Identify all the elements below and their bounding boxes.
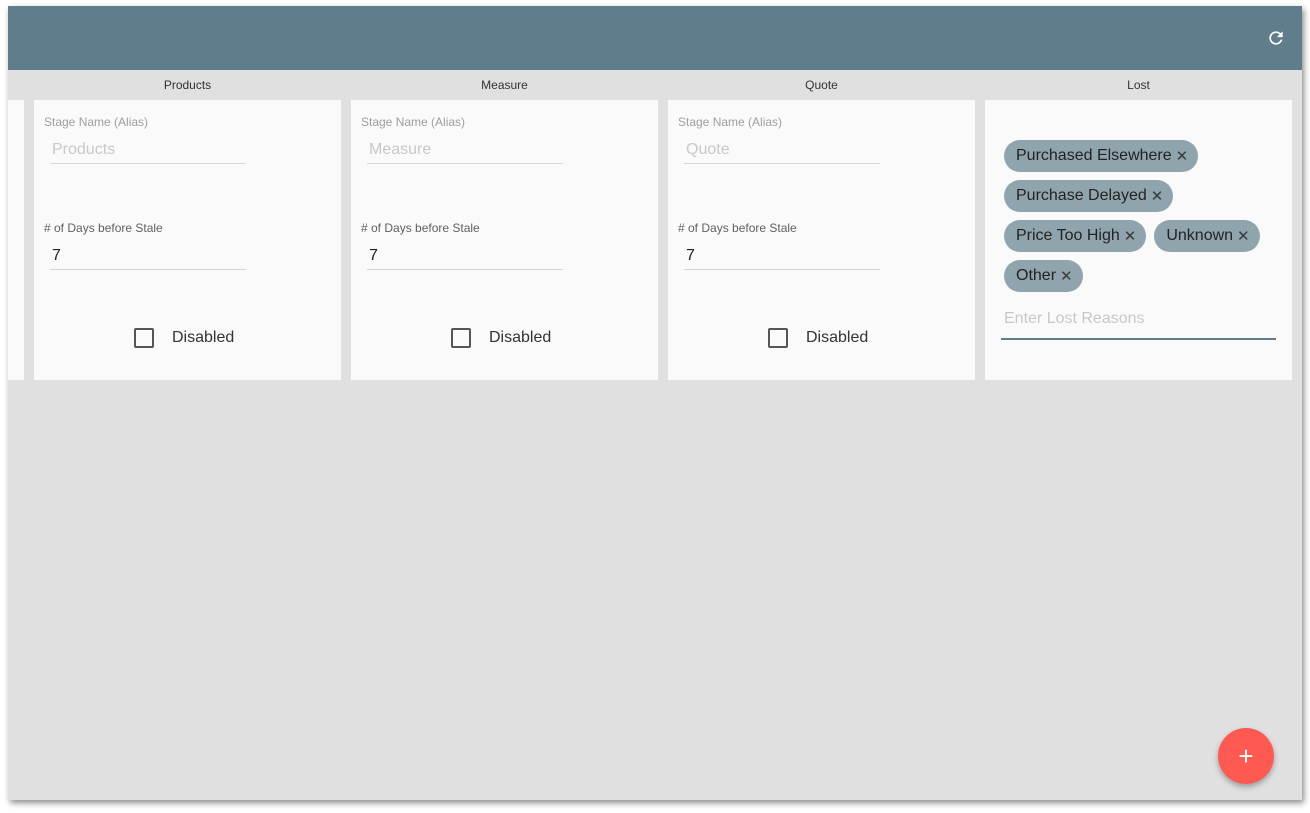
alias-label: Stage Name (Alias): [678, 115, 783, 129]
disabled-checkbox[interactable]: [768, 328, 788, 348]
close-icon[interactable]: ✕: [1124, 227, 1137, 245]
stage-title: Products: [163, 78, 212, 92]
close-icon[interactable]: ✕: [1176, 147, 1189, 165]
lost-reason-chip[interactable]: Purchase Delayed ✕: [1004, 180, 1174, 212]
alias-label: Stage Name (Alias): [44, 115, 149, 129]
close-icon[interactable]: ✕: [1060, 267, 1073, 285]
refresh-icon: [1269, 31, 1283, 45]
lost-reason-chip[interactable]: Purchased Elsewhere ✕: [1004, 140, 1199, 172]
disabled-label: Disabled: [489, 329, 552, 346]
days-input[interactable]: [367, 243, 563, 270]
disabled-label: Disabled: [172, 329, 235, 346]
chip-label: Unknown: [1166, 227, 1234, 244]
chip-label: Other: [1016, 267, 1057, 284]
stage-title: Lost: [1127, 78, 1150, 92]
days-input[interactable]: [684, 243, 880, 270]
disabled-row: Disabled: [768, 328, 868, 348]
stage-card: Stage Name (Alias) # of Days before Stal…: [351, 100, 658, 380]
lost-reason-input[interactable]: [1001, 300, 1276, 340]
stage-title: Measure: [481, 78, 528, 92]
chip-label: Purchased Elsewhere: [1016, 147, 1172, 164]
app-window: Products Stage Name (Alias) # of Days be…: [8, 6, 1302, 800]
alias-label: Stage Name (Alias): [361, 115, 466, 129]
lost-reason-chips: Purchased Elsewhere ✕ Purchase Delayed ✕ Pri…: [1004, 140, 1274, 300]
lost-reason-chip[interactable]: Price Too High ✕: [1004, 220, 1147, 252]
days-label: # of Days before Stale: [361, 221, 480, 235]
disabled-row: Disabled: [134, 328, 234, 348]
stage-column-lost: Lost Purchased Elsewhere ✕ Purchase Delaye…: [985, 70, 1292, 380]
close-icon[interactable]: ✕: [1151, 187, 1164, 205]
days-input[interactable]: [50, 243, 246, 270]
chip-label: Purchase Delayed: [1016, 187, 1147, 204]
add-icon: +: [1238, 740, 1254, 771]
alias-input[interactable]: [50, 137, 246, 164]
refresh-button[interactable]: [1264, 26, 1288, 50]
lost-reason-chip[interactable]: Other ✕: [1004, 260, 1083, 292]
alias-input[interactable]: [684, 137, 880, 164]
previous-stage-card-edge: [8, 100, 24, 380]
stage-column-products: Products Stage Name (Alias) # of Days be…: [34, 70, 341, 380]
lost-card: Purchased Elsewhere ✕ Purchase Delayed ✕ Pri…: [985, 100, 1292, 380]
days-label: # of Days before Stale: [678, 221, 797, 235]
stage-card: Stage Name (Alias) # of Days before Stal…: [668, 100, 975, 380]
days-label: # of Days before Stale: [44, 221, 163, 235]
disabled-checkbox[interactable]: [134, 328, 154, 348]
stage-title: Quote: [805, 78, 838, 92]
stage-card: Stage Name (Alias) # of Days before Stal…: [34, 100, 341, 380]
stage-column-measure: Measure Stage Name (Alias) # of Days bef…: [351, 70, 658, 380]
lost-reason-chip[interactable]: Unknown ✕: [1154, 220, 1260, 252]
top-toolbar: [8, 6, 1302, 70]
disabled-label: Disabled: [806, 329, 869, 346]
stage-column-quote: Quote Stage Name (Alias) # of Days befor…: [668, 70, 975, 380]
alias-input[interactable]: [367, 137, 563, 164]
add-stage-button[interactable]: +: [1218, 728, 1274, 784]
disabled-checkbox[interactable]: [451, 328, 471, 348]
stages-board: Products Stage Name (Alias) # of Days be…: [8, 70, 1302, 390]
close-icon[interactable]: ✕: [1237, 227, 1250, 245]
disabled-row: Disabled: [451, 328, 551, 348]
chip-label: Price Too High: [1016, 227, 1120, 244]
